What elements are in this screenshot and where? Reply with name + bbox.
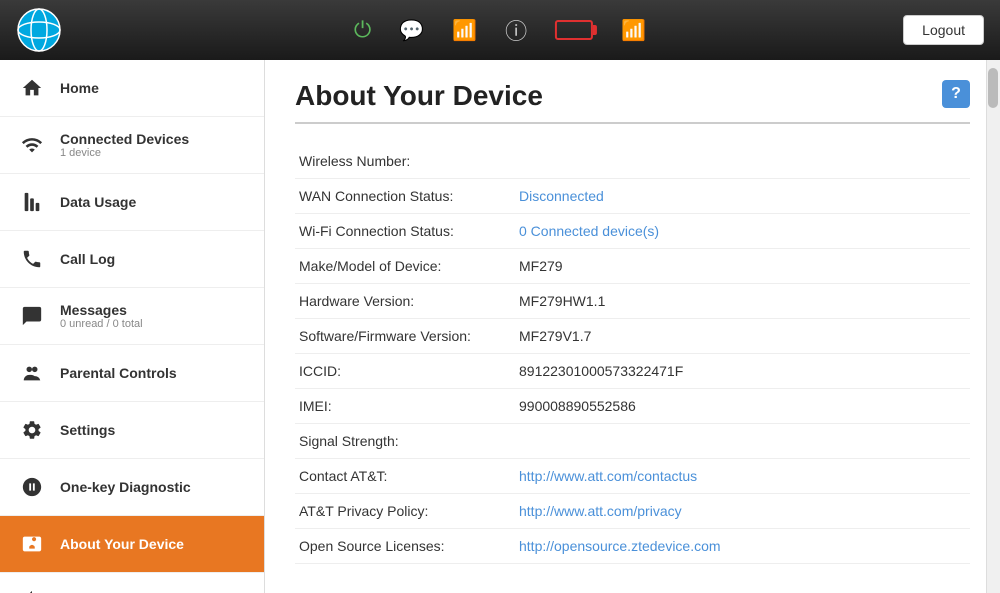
power-icon[interactable]: ⏻ [354,17,371,43]
topbar: ⏻ 💬 📶 ⓘ 📶 Logout [0,0,1000,60]
field-value: MF279 [515,249,970,284]
main-layout: Home Connected Devices1 device Data Usage C… [0,60,1000,593]
wifi-icon [16,129,48,161]
messages-icon[interactable]: 💬 [399,18,424,43]
battery-icon [555,20,593,40]
table-row: ICCID:89122301000573322471F [295,354,970,389]
table-row: IMEI:990008890552586 [295,389,970,424]
field-value[interactable]: 0 Connected device(s) [515,214,970,249]
field-label: ICCID: [295,354,515,389]
field-label: AT&T Privacy Policy: [295,494,515,529]
field-link[interactable]: 0 Connected device(s) [519,223,659,239]
topbar-icons: ⏻ 💬 📶 ⓘ 📶 [354,14,646,46]
sidebar-item-label: Parental Controls [60,365,177,381]
sidebar-item-sublabel: 0 unread / 0 total [60,318,143,330]
sidebar-item-label: About Your Device [60,536,184,552]
table-row: Make/Model of Device:MF279 [295,249,970,284]
sidebar-item-label: Data Usage [60,194,136,210]
settings-icon [16,414,48,446]
field-link[interactable]: http://www.att.com/privacy [519,503,682,519]
sidebar-item-label: Home [60,80,99,96]
field-label: Wireless Number: [295,144,515,179]
sidebar-item-connected-devices[interactable]: Connected Devices1 device [0,117,264,174]
field-value: 89122301000573322471F [515,354,970,389]
table-row: WAN Connection Status:Disconnected [295,179,970,214]
table-row: Software/Firmware Version:MF279V1.7 [295,319,970,354]
field-value [515,144,970,179]
sidebar-item-label: Messages [60,302,143,318]
sidebar-item-parental-controls[interactable]: Parental Controls [0,345,264,402]
data-icon [16,186,48,218]
table-row: Open Source Licenses:http://opensource.z… [295,529,970,564]
sidebar-item-call-log[interactable]: Call Log [0,231,264,288]
field-value[interactable]: http://www.att.com/privacy [515,494,970,529]
table-row: Contact AT&T:http://www.att.com/contactu… [295,459,970,494]
field-label: Make/Model of Device: [295,249,515,284]
field-label: Contact AT&T: [295,459,515,494]
sidebar-item-home[interactable]: Home [0,60,264,117]
table-row: Signal Strength: [295,424,970,459]
sidebar-item-label: Connected Devices [60,131,189,147]
update-icon [16,585,48,593]
sidebar-item-label: One-key Diagnostic [60,479,191,495]
field-value[interactable]: Disconnected [515,179,970,214]
help-button[interactable]: ? [942,80,970,108]
home-icon [16,72,48,104]
field-label: Software/Firmware Version: [295,319,515,354]
sidebar-item-label: Call Log [60,251,115,267]
parental-icon [16,357,48,389]
table-row: Hardware Version:MF279HW1.1 [295,284,970,319]
signal-icon: 📶 [621,18,646,43]
field-label: Wi-Fi Connection Status: [295,214,515,249]
field-label: Hardware Version: [295,284,515,319]
field-link[interactable]: Disconnected [519,188,604,204]
table-row: Wi-Fi Connection Status:0 Connected devi… [295,214,970,249]
info-icon[interactable]: ⓘ [505,14,527,46]
wifi-icon[interactable]: 📶 [452,18,477,43]
sidebar: Home Connected Devices1 device Data Usage C… [0,60,265,593]
sidebar-item-one-key-diagnostic[interactable]: One-key Diagnostic [0,459,264,516]
message-icon [16,300,48,332]
content-header: About Your Device ? [295,80,970,124]
field-link[interactable]: http://opensource.ztedevice.com [519,538,721,554]
field-value[interactable]: http://www.att.com/contactus [515,459,970,494]
field-label: Signal Strength: [295,424,515,459]
sidebar-item-about-your-device[interactable]: About Your Device [0,516,264,573]
sidebar-item-att-software-update[interactable]: AT&T Software Update [0,573,264,593]
sidebar-item-data-usage[interactable]: Data Usage [0,174,264,231]
sidebar-item-label: Settings [60,422,115,438]
scrollbar-track[interactable] [986,60,1000,593]
table-row: Wireless Number: [295,144,970,179]
field-value: MF279V1.7 [515,319,970,354]
field-value[interactable]: http://opensource.ztedevice.com [515,529,970,564]
device-info-table: Wireless Number:WAN Connection Status:Di… [295,144,970,564]
att-logo [16,7,62,53]
field-value: 990008890552586 [515,389,970,424]
field-link[interactable]: http://www.att.com/contactus [519,468,697,484]
field-value: MF279HW1.1 [515,284,970,319]
sidebar-item-messages[interactable]: Messages0 unread / 0 total [0,288,264,345]
logout-button[interactable]: Logout [903,15,984,45]
about-icon [16,528,48,560]
diagnostic-icon [16,471,48,503]
table-row: AT&T Privacy Policy:http://www.att.com/p… [295,494,970,529]
content-area: About Your Device ? Wireless Number:WAN … [265,60,1000,593]
phone-icon [16,243,48,275]
field-value [515,424,970,459]
field-label: IMEI: [295,389,515,424]
field-label: WAN Connection Status: [295,179,515,214]
scrollbar-thumb[interactable] [988,68,998,108]
field-label: Open Source Licenses: [295,529,515,564]
sidebar-item-sublabel: 1 device [60,147,189,159]
page-title: About Your Device [295,80,543,112]
sidebar-item-settings[interactable]: Settings [0,402,264,459]
